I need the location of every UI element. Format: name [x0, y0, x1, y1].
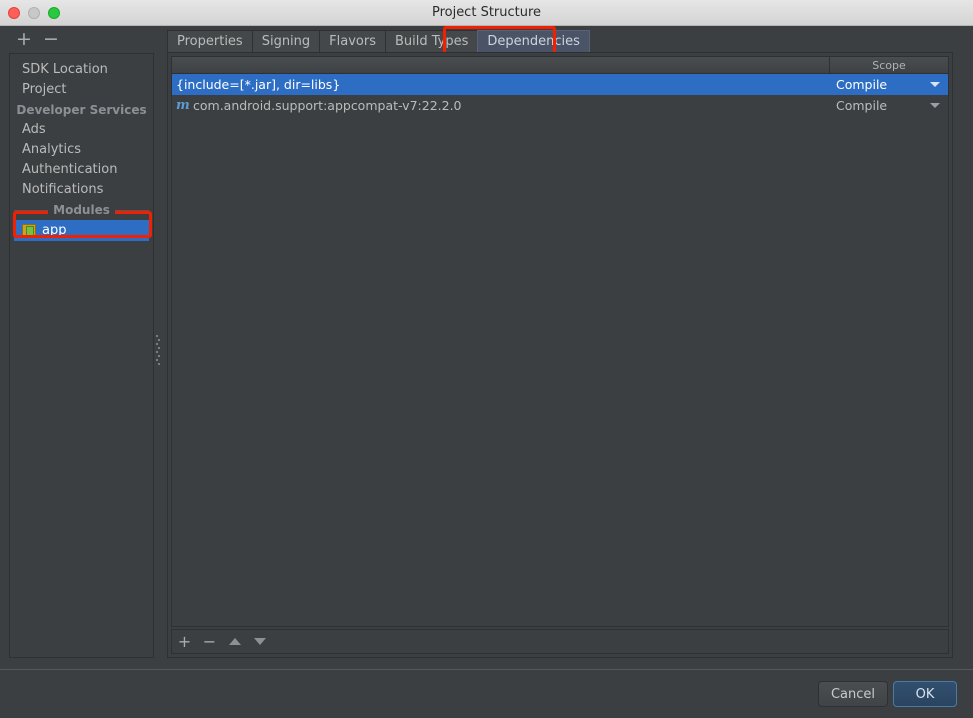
sidebar-group-label: Modules — [48, 203, 115, 217]
dependency-name-label: com.android.support:appcompat-v7:22.2.0 — [193, 98, 462, 113]
dependency-name-cell: m com.android.support:appcompat-v7:22.2.… — [172, 98, 830, 113]
dependency-name-cell: {include=[*.jar], dir=libs} — [172, 77, 830, 92]
move-down-button[interactable] — [247, 630, 272, 653]
dependencies-panel: Scope {include=[*.jar], dir=libs} Compil… — [167, 52, 953, 658]
dependency-name-label: {include=[*.jar], dir=libs} — [176, 77, 341, 92]
sidebar-item-project[interactable]: Project — [10, 80, 153, 100]
sidebar: SDK Location Project Developer Services … — [9, 53, 154, 658]
move-up-button[interactable] — [222, 630, 247, 653]
dependencies-table: Scope {include=[*.jar], dir=libs} Compil… — [171, 56, 949, 627]
remove-module-button[interactable]: − — [40, 29, 62, 51]
tab-flavors[interactable]: Flavors — [319, 30, 386, 52]
sidebar-item-authentication[interactable]: Authentication — [10, 160, 153, 180]
cancel-button[interactable]: Cancel — [818, 681, 888, 707]
window-title: Project Structure — [431, 5, 542, 20]
sidebar-group-modules: Modules — [10, 201, 153, 220]
chevron-down-icon — [930, 103, 940, 108]
column-header-scope[interactable]: Scope — [830, 57, 948, 73]
splitter-grip-icon — [156, 333, 160, 375]
tab-properties[interactable]: Properties — [167, 30, 253, 52]
sidebar-item-analytics[interactable]: Analytics — [10, 140, 153, 160]
panel-splitter[interactable] — [154, 53, 162, 658]
tab-bar: Properties Signing Flavors Build Types D… — [167, 29, 590, 52]
project-structure-dialog: Project Structure + − SDK Location Proje… — [0, 0, 973, 718]
remove-dependency-button[interactable]: − — [197, 630, 222, 653]
sidebar-item-label: app — [42, 223, 67, 238]
sidebar-item-notifications[interactable]: Notifications — [10, 180, 153, 200]
android-module-icon — [22, 224, 36, 237]
sidebar-group-label: Developer Services — [11, 103, 152, 117]
tab-signing[interactable]: Signing — [251, 30, 321, 52]
dependency-scope-label: Compile — [836, 98, 888, 113]
table-row[interactable]: m com.android.support:appcompat-v7:22.2.… — [172, 95, 948, 116]
chevron-down-icon — [930, 82, 940, 87]
column-header-name[interactable] — [172, 57, 830, 73]
ok-button[interactable]: OK — [893, 681, 957, 707]
maven-icon: m — [176, 98, 190, 113]
dependency-scope-dropdown[interactable]: Compile — [830, 95, 948, 116]
sidebar-item-app[interactable]: app — [14, 220, 149, 241]
window-titlebar: Project Structure — [0, 0, 973, 26]
dependency-scope-dropdown[interactable]: Compile — [830, 74, 948, 95]
table-header-row: Scope — [172, 57, 948, 74]
tab-build-types[interactable]: Build Types — [385, 30, 479, 52]
triangle-down-icon — [253, 638, 266, 645]
sidebar-item-ads[interactable]: Ads — [10, 120, 153, 140]
sidebar-group-developer-services: Developer Services — [10, 101, 153, 120]
triangle-up-icon — [228, 638, 241, 645]
table-row[interactable]: {include=[*.jar], dir=libs} Compile — [172, 74, 948, 95]
dependencies-toolbar: + − — [171, 629, 949, 654]
add-dependency-button[interactable]: + — [172, 630, 197, 653]
tab-dependencies[interactable]: Dependencies — [477, 30, 590, 52]
dependency-scope-label: Compile — [836, 77, 888, 92]
sidebar-item-sdk-location[interactable]: SDK Location — [10, 60, 153, 80]
add-module-button[interactable]: + — [13, 29, 35, 51]
